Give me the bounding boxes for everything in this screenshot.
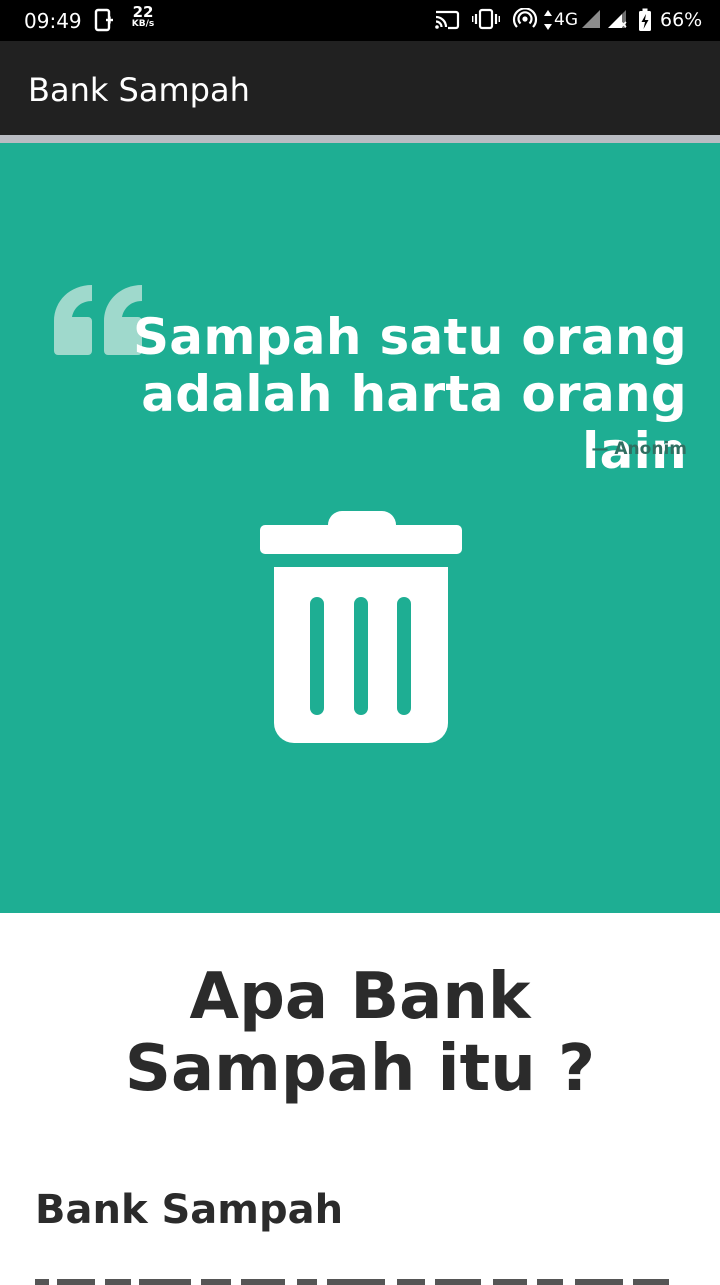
hero-banner: Sampah satu orang adalah harta orang lai… [0,143,720,913]
net-speed-value: 22 [132,3,154,21]
battery-charging-icon [639,8,651,31]
status-time: 09:49 [24,9,82,33]
app-title: Bank Sampah [28,71,250,109]
cut-off-paragraph [35,1279,669,1285]
vibrate-icon [472,8,500,30]
battery-percent: 66% [660,9,703,31]
trash-icon [260,511,462,743]
network-type: 4G [554,10,578,30]
signal-icon [582,10,600,28]
sim-icon [94,8,113,32]
net-speed: 22 KB/s [128,5,158,29]
net-speed-unit: KB/s [131,19,155,29]
content-section: Apa Bank Sampah itu ? Bank Sampah [0,913,720,1285]
section-subheading: Bank Sampah [35,1187,344,1233]
app-bar: Bank Sampah [0,41,720,135]
cast-icon [435,10,460,30]
status-bar: 09:49 22 KB/s 4G 66% [0,0,720,41]
app-bar-divider [0,135,720,143]
section-heading: Apa Bank Sampah itu ? [124,960,596,1106]
quote-author: — Anonim [591,439,687,459]
signal-x-icon [608,10,627,28]
hotspot-icon [512,8,538,28]
data-arrows-icon [544,10,552,30]
